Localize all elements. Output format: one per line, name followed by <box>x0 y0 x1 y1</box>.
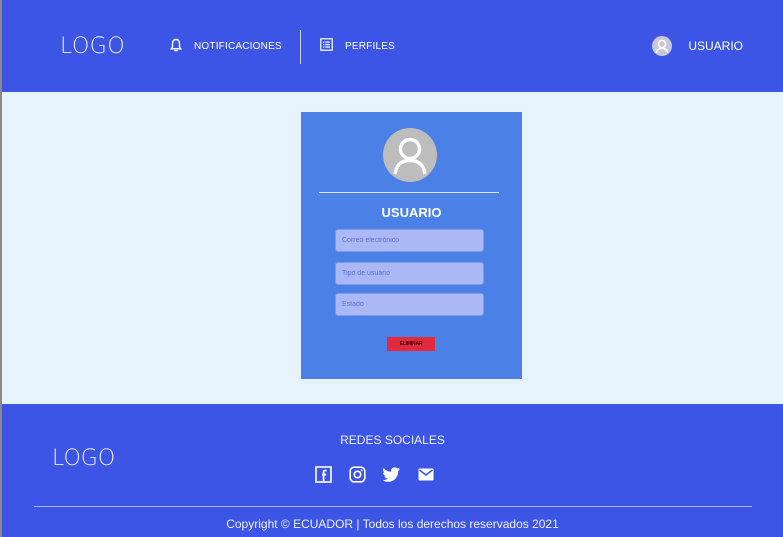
footer-divider <box>34 506 752 507</box>
nav-notificaciones[interactable]: NOTIFICACIONES <box>169 38 282 55</box>
card-divider <box>319 192 499 193</box>
nav-perfiles-label: PERFILES <box>345 40 395 52</box>
copyright-text: Copyright © ECUADOR | Todos los derechos… <box>226 517 559 531</box>
delete-button[interactable]: ELIMINAR <box>387 337 435 351</box>
social-title: REDES SOCIALES <box>340 433 445 447</box>
footer-logo: LOGO <box>52 446 116 471</box>
nav-perfiles[interactable]: PERFILES <box>320 38 395 54</box>
list-icon <box>320 38 333 54</box>
nav-notificaciones-label: NOTIFICACIONES <box>194 41 282 52</box>
bell-icon <box>169 38 183 55</box>
card-title: USUARIO <box>381 205 442 220</box>
nav-divider <box>300 30 301 64</box>
twitter-icon[interactable] <box>383 467 401 482</box>
top-header: LOGO NOTIFICACIONES PERFILES USUARIO <box>2 0 783 92</box>
user-menu[interactable]: USUARIO <box>652 36 743 56</box>
status-field[interactable] <box>335 293 484 316</box>
instagram-icon[interactable] <box>349 466 366 483</box>
user-menu-label: USUARIO <box>688 39 743 53</box>
user-card: USUARIO ELIMINAR <box>301 112 522 379</box>
main-content: USUARIO ELIMINAR <box>2 92 783 404</box>
user-avatar-icon <box>652 36 673 56</box>
user-avatar <box>383 128 437 182</box>
footer: LOGO REDES SOCIALES Copyright © ECUADOR … <box>2 404 783 537</box>
header-logo[interactable]: LOGO <box>60 34 125 59</box>
facebook-icon[interactable] <box>315 466 332 483</box>
mail-icon[interactable] <box>418 468 434 481</box>
social-links <box>315 466 451 483</box>
email-field[interactable] <box>335 229 484 252</box>
user-type-field[interactable] <box>335 262 484 285</box>
